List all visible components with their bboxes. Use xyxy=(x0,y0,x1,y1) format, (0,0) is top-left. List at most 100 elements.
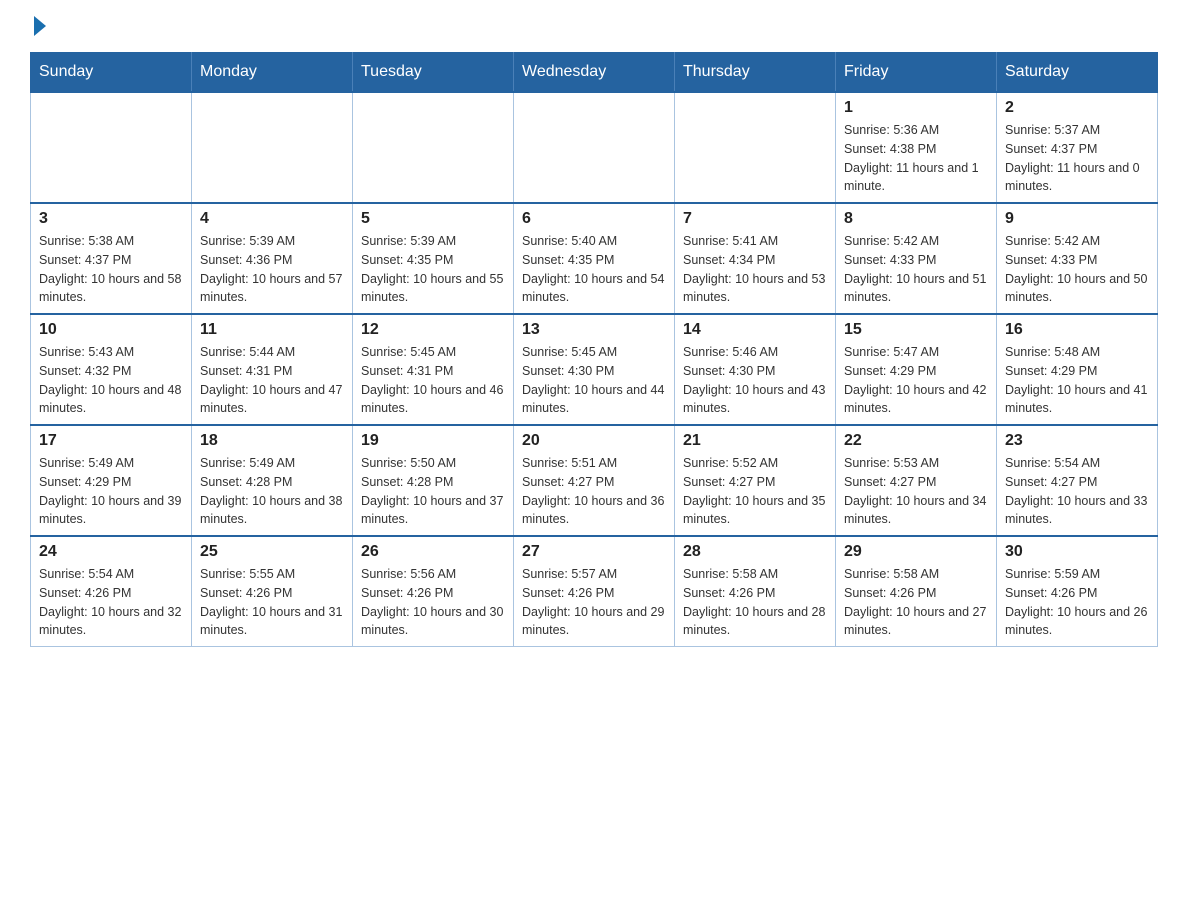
day-info: Sunrise: 5:49 AM Sunset: 4:28 PM Dayligh… xyxy=(200,454,344,529)
calendar-cell: 28 Sunrise: 5:58 AM Sunset: 4:26 PM Dayli… xyxy=(675,536,836,647)
day-info: Sunrise: 5:39 AM Sunset: 4:36 PM Dayligh… xyxy=(200,232,344,307)
weekday-header-friday: Friday xyxy=(836,53,997,93)
day-number: 2 xyxy=(1005,99,1149,117)
day-number: 6 xyxy=(522,210,666,228)
day-info: Sunrise: 5:51 AM Sunset: 4:27 PM Dayligh… xyxy=(522,454,666,529)
calendar-cell xyxy=(675,92,836,203)
day-number: 25 xyxy=(200,543,344,561)
calendar-cell: 15 Sunrise: 5:47 AM Sunset: 4:29 PM Dayli… xyxy=(836,314,997,425)
calendar-cell: 18 Sunrise: 5:49 AM Sunset: 4:28 PM Dayli… xyxy=(192,425,353,536)
day-number: 4 xyxy=(200,210,344,228)
calendar-week-row: 17 Sunrise: 5:49 AM Sunset: 4:29 PM Dayli… xyxy=(31,425,1158,536)
day-number: 18 xyxy=(200,432,344,450)
calendar-cell: 20 Sunrise: 5:51 AM Sunset: 4:27 PM Dayli… xyxy=(514,425,675,536)
day-number: 21 xyxy=(683,432,827,450)
calendar-cell: 23 Sunrise: 5:54 AM Sunset: 4:27 PM Dayli… xyxy=(997,425,1158,536)
day-info: Sunrise: 5:42 AM Sunset: 4:33 PM Dayligh… xyxy=(1005,232,1149,307)
day-number: 11 xyxy=(200,321,344,339)
day-info: Sunrise: 5:57 AM Sunset: 4:26 PM Dayligh… xyxy=(522,565,666,640)
logo xyxy=(30,20,48,36)
day-info: Sunrise: 5:42 AM Sunset: 4:33 PM Dayligh… xyxy=(844,232,988,307)
calendar-cell: 11 Sunrise: 5:44 AM Sunset: 4:31 PM Dayli… xyxy=(192,314,353,425)
weekday-header-sunday: Sunday xyxy=(31,53,192,93)
day-number: 8 xyxy=(844,210,988,228)
day-number: 1 xyxy=(844,99,988,117)
day-number: 26 xyxy=(361,543,505,561)
day-info: Sunrise: 5:52 AM Sunset: 4:27 PM Dayligh… xyxy=(683,454,827,529)
calendar-cell: 4 Sunrise: 5:39 AM Sunset: 4:36 PM Daylig… xyxy=(192,203,353,314)
weekday-header-monday: Monday xyxy=(192,53,353,93)
day-info: Sunrise: 5:44 AM Sunset: 4:31 PM Dayligh… xyxy=(200,343,344,418)
day-number: 27 xyxy=(522,543,666,561)
day-number: 7 xyxy=(683,210,827,228)
calendar-cell: 16 Sunrise: 5:48 AM Sunset: 4:29 PM Dayli… xyxy=(997,314,1158,425)
day-info: Sunrise: 5:56 AM Sunset: 4:26 PM Dayligh… xyxy=(361,565,505,640)
calendar-cell: 12Sunrise: 5:45 AM Sunset: 4:31 PM Dayli… xyxy=(353,314,514,425)
day-info: Sunrise: 5:40 AM Sunset: 4:35 PM Dayligh… xyxy=(522,232,666,307)
calendar-header-row: SundayMondayTuesdayWednesdayThursdayFrid… xyxy=(31,53,1158,93)
day-number: 20 xyxy=(522,432,666,450)
calendar-cell: 10Sunrise: 5:43 AM Sunset: 4:32 PM Dayli… xyxy=(31,314,192,425)
calendar-cell: 29 Sunrise: 5:58 AM Sunset: 4:26 PM Dayli… xyxy=(836,536,997,647)
calendar-cell: 26 Sunrise: 5:56 AM Sunset: 4:26 PM Dayli… xyxy=(353,536,514,647)
calendar-cell: 22 Sunrise: 5:53 AM Sunset: 4:27 PM Dayli… xyxy=(836,425,997,536)
calendar-cell: 25 Sunrise: 5:55 AM Sunset: 4:26 PM Dayli… xyxy=(192,536,353,647)
day-info: Sunrise: 5:59 AM Sunset: 4:26 PM Dayligh… xyxy=(1005,565,1149,640)
day-number: 29 xyxy=(844,543,988,561)
calendar-cell: 9 Sunrise: 5:42 AM Sunset: 4:33 PM Daylig… xyxy=(997,203,1158,314)
day-info: Sunrise: 5:54 AM Sunset: 4:27 PM Dayligh… xyxy=(1005,454,1149,529)
day-info: Sunrise: 5:50 AM Sunset: 4:28 PM Dayligh… xyxy=(361,454,505,529)
day-info: Sunrise: 5:45 AM Sunset: 4:30 PM Dayligh… xyxy=(522,343,666,418)
weekday-header-saturday: Saturday xyxy=(997,53,1158,93)
day-number: 19 xyxy=(361,432,505,450)
day-number: 13 xyxy=(522,321,666,339)
calendar-cell: 17 Sunrise: 5:49 AM Sunset: 4:29 PM Dayli… xyxy=(31,425,192,536)
calendar-week-row: 10Sunrise: 5:43 AM Sunset: 4:32 PM Dayli… xyxy=(31,314,1158,425)
calendar-cell: 1 Sunrise: 5:36 AM Sunset: 4:38 PM Daylig… xyxy=(836,92,997,203)
calendar-cell: 2Sunrise: 5:37 AM Sunset: 4:37 PM Daylig… xyxy=(997,92,1158,203)
calendar-cell: 3Sunrise: 5:38 AM Sunset: 4:37 PM Daylig… xyxy=(31,203,192,314)
calendar-cell: 13 Sunrise: 5:45 AM Sunset: 4:30 PM Dayli… xyxy=(514,314,675,425)
day-info: Sunrise: 5:41 AM Sunset: 4:34 PM Dayligh… xyxy=(683,232,827,307)
weekday-header-tuesday: Tuesday xyxy=(353,53,514,93)
calendar-week-row: 24Sunrise: 5:54 AM Sunset: 4:26 PM Dayli… xyxy=(31,536,1158,647)
day-info: Sunrise: 5:55 AM Sunset: 4:26 PM Dayligh… xyxy=(200,565,344,640)
calendar-cell: 27 Sunrise: 5:57 AM Sunset: 4:26 PM Dayli… xyxy=(514,536,675,647)
day-number: 15 xyxy=(844,321,988,339)
calendar-week-row: 1 Sunrise: 5:36 AM Sunset: 4:38 PM Daylig… xyxy=(31,92,1158,203)
day-number: 23 xyxy=(1005,432,1149,450)
day-info: Sunrise: 5:36 AM Sunset: 4:38 PM Dayligh… xyxy=(844,121,988,196)
day-number: 30 xyxy=(1005,543,1149,561)
weekday-header-thursday: Thursday xyxy=(675,53,836,93)
day-info: Sunrise: 5:58 AM Sunset: 4:26 PM Dayligh… xyxy=(844,565,988,640)
day-number: 9 xyxy=(1005,210,1149,228)
calendar-cell: 19 Sunrise: 5:50 AM Sunset: 4:28 PM Dayli… xyxy=(353,425,514,536)
day-number: 22 xyxy=(844,432,988,450)
logo-triangle-icon xyxy=(34,16,46,36)
calendar-cell: 14 Sunrise: 5:46 AM Sunset: 4:30 PM Dayli… xyxy=(675,314,836,425)
calendar-cell xyxy=(353,92,514,203)
calendar-cell: 7 Sunrise: 5:41 AM Sunset: 4:34 PM Daylig… xyxy=(675,203,836,314)
calendar-cell xyxy=(31,92,192,203)
day-number: 16 xyxy=(1005,321,1149,339)
day-info: Sunrise: 5:47 AM Sunset: 4:29 PM Dayligh… xyxy=(844,343,988,418)
day-info: Sunrise: 5:54 AM Sunset: 4:26 PM Dayligh… xyxy=(39,565,183,640)
calendar-cell: 6 Sunrise: 5:40 AM Sunset: 4:35 PM Daylig… xyxy=(514,203,675,314)
day-number: 5 xyxy=(361,210,505,228)
day-info: Sunrise: 5:48 AM Sunset: 4:29 PM Dayligh… xyxy=(1005,343,1149,418)
day-info: Sunrise: 5:38 AM Sunset: 4:37 PM Dayligh… xyxy=(39,232,183,307)
day-info: Sunrise: 5:45 AM Sunset: 4:31 PM Dayligh… xyxy=(361,343,505,418)
day-info: Sunrise: 5:58 AM Sunset: 4:26 PM Dayligh… xyxy=(683,565,827,640)
day-number: 10 xyxy=(39,321,183,339)
calendar-cell: 24Sunrise: 5:54 AM Sunset: 4:26 PM Dayli… xyxy=(31,536,192,647)
day-number: 28 xyxy=(683,543,827,561)
day-info: Sunrise: 5:49 AM Sunset: 4:29 PM Dayligh… xyxy=(39,454,183,529)
calendar-week-row: 3Sunrise: 5:38 AM Sunset: 4:37 PM Daylig… xyxy=(31,203,1158,314)
day-number: 14 xyxy=(683,321,827,339)
day-info: Sunrise: 5:39 AM Sunset: 4:35 PM Dayligh… xyxy=(361,232,505,307)
weekday-header-wednesday: Wednesday xyxy=(514,53,675,93)
calendar-cell: 21 Sunrise: 5:52 AM Sunset: 4:27 PM Dayli… xyxy=(675,425,836,536)
day-info: Sunrise: 5:46 AM Sunset: 4:30 PM Dayligh… xyxy=(683,343,827,418)
day-number: 17 xyxy=(39,432,183,450)
day-info: Sunrise: 5:53 AM Sunset: 4:27 PM Dayligh… xyxy=(844,454,988,529)
